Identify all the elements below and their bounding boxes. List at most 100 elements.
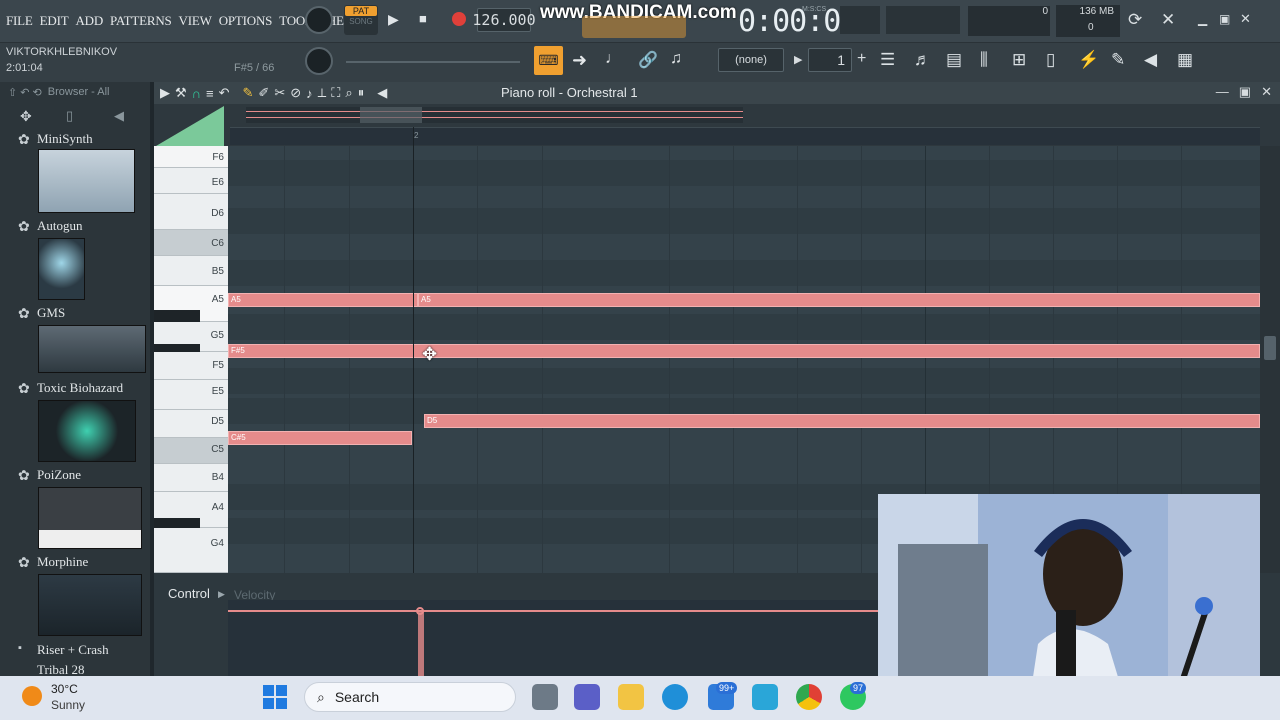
timeline-preview[interactable] (246, 107, 743, 123)
vertical-scrollbar[interactable] (1260, 146, 1280, 573)
plugin-minisynth[interactable]: ✿ MiniSynth (0, 131, 150, 217)
stop-icon[interactable]: ■ (419, 11, 427, 26)
wrench-icon[interactable]: ⚒ (175, 85, 187, 101)
speaker-icon[interactable]: ◀ (1144, 50, 1157, 70)
note[interactable]: C#5 (228, 431, 412, 445)
browser-icon[interactable]: ▯ (1046, 50, 1055, 70)
pencil-icon[interactable]: ✎ (243, 85, 254, 101)
close-app-icon[interactable]: ✕ (1240, 11, 1251, 27)
delete-icon[interactable]: ✂ (274, 85, 285, 101)
key-g4[interactable]: G4 (154, 528, 228, 573)
tools-icon[interactable]: ✕ (1161, 10, 1175, 30)
windows-start-icon[interactable] (263, 685, 287, 709)
key-f6[interactable]: F6 (154, 146, 228, 168)
menu-edit[interactable]: EDIT (40, 13, 69, 29)
control-label[interactable]: Control (168, 586, 210, 601)
zoom-select-icon[interactable]: ⛶ (331, 85, 340, 101)
speaker-icon[interactable]: ◀ (377, 85, 387, 101)
undo-icon[interactable]: ↶ (219, 85, 230, 101)
pattern-select[interactable]: (none) (718, 48, 784, 72)
scroll-thumb[interactable] (1264, 336, 1276, 360)
menu-options[interactable]: OPTIONS (219, 13, 273, 29)
master-pitch-knob[interactable] (305, 47, 333, 75)
key-b4[interactable]: B4 (154, 464, 228, 492)
minimize-icon[interactable]: — (1216, 84, 1229, 100)
browser-star-icon[interactable]: ✥ (20, 108, 32, 125)
piano-roll-icon[interactable]: ♬ (914, 50, 931, 70)
menu-file[interactable]: FILE (6, 13, 33, 29)
velocity-lane[interactable] (228, 600, 878, 676)
key-c6[interactable]: C6 (154, 230, 228, 256)
bar-ruler[interactable]: 2 (230, 127, 1260, 145)
plugin-gms[interactable]: ✿ GMS (0, 305, 150, 377)
key-b5[interactable]: B5 (154, 256, 228, 286)
tempo-display[interactable]: 126.000 (472, 8, 536, 32)
plugin-tribal-28[interactable]: Tribal 28 (0, 662, 150, 676)
key-c5[interactable]: C5 (154, 438, 228, 464)
gear-icon[interactable]: ✿ (18, 218, 30, 235)
velocity-bar[interactable] (418, 610, 424, 676)
magnet-icon[interactable]: ∩ (192, 86, 201, 101)
select-icon[interactable]: ⟂ (318, 85, 327, 101)
slice-icon[interactable]: ♪ (306, 86, 313, 101)
gear-icon[interactable]: ✿ (18, 380, 30, 397)
plugin-poizone[interactable]: ✿ PoiZone (0, 467, 150, 553)
minimize-app-icon[interactable]: ▁ (1198, 12, 1207, 26)
control-arrow-icon[interactable]: ▶ (218, 589, 225, 600)
gear-icon[interactable]: ✿ (18, 305, 30, 322)
menu-patterns[interactable]: PATTERNS (110, 13, 172, 29)
typing-keyboard-icon[interactable]: ⌨ (534, 46, 563, 75)
step-seq-icon[interactable]: ♩ (605, 50, 621, 68)
plugin-autogun[interactable]: ✿ Autogun (0, 218, 150, 304)
gear-icon[interactable]: ✿ (18, 467, 30, 484)
note[interactable]: D5 (424, 414, 1260, 428)
maximize-icon[interactable]: ▣ (1239, 84, 1251, 100)
arrow-right-icon[interactable]: ➜ (572, 50, 587, 71)
menu-icon[interactable]: ≡ (206, 86, 214, 101)
edge-icon[interactable] (662, 684, 688, 710)
maximize-app-icon[interactable]: ▣ (1219, 12, 1230, 26)
gear-icon[interactable]: ✿ (18, 131, 30, 148)
taskbar-search[interactable]: ⌕ Search (304, 682, 516, 712)
key-e5[interactable]: E5 (154, 380, 228, 410)
plugin-toxic-biohazard[interactable]: ✿ Toxic Biohazard (0, 380, 150, 466)
paint-icon[interactable]: ✐ (258, 85, 269, 101)
task-view-icon[interactable] (532, 684, 558, 710)
zoom-icon[interactable]: ⌕ (345, 85, 352, 101)
plugin-icon[interactable]: ⚡ (1078, 50, 1099, 70)
playback-icon[interactable]: ⏸ (358, 85, 365, 101)
chrome-icon[interactable] (796, 684, 822, 710)
mixer-icon[interactable]: ⫼ (980, 50, 988, 70)
store-icon[interactable] (752, 684, 778, 710)
key-f5[interactable]: F5 (154, 352, 228, 380)
pat-song-toggle[interactable]: PAT SONG (344, 5, 378, 35)
plugin-morphine[interactable]: ✿ Morphine (0, 554, 150, 640)
browser-speaker-icon[interactable]: ◀ (114, 108, 124, 124)
cart-icon[interactable]: ▦ (1177, 50, 1193, 70)
channel-rack-icon[interactable]: ▤ (946, 50, 962, 70)
key-d5[interactable]: D5 (154, 410, 228, 438)
weather-temperature[interactable]: 30°C (51, 682, 78, 696)
refresh-icon[interactable]: ⟳ (1128, 10, 1142, 30)
note[interactable]: F#5 (228, 344, 1260, 358)
note[interactable]: A5 (228, 293, 418, 307)
browser-nav-icon[interactable]: ⇧ ↶ ⟲ (8, 86, 42, 99)
piano-roll-title[interactable]: Piano roll - Orchestral 1 (501, 85, 638, 100)
plugin-riser-crash[interactable]: ▪ Riser + Crash (0, 642, 150, 660)
key-d6[interactable]: D6 (154, 194, 228, 230)
close-icon[interactable]: ✕ (1261, 84, 1272, 100)
piano-keyboard[interactable]: F6 E6 D6 C6 B5 A5 G5 F5 E5 D5 C5 B4 A4 G… (154, 146, 228, 573)
weather-condition[interactable]: Sunny (51, 698, 85, 712)
key-e6[interactable]: E6 (154, 168, 228, 194)
master-slider-track[interactable] (346, 61, 520, 63)
pattern-number[interactable]: 1 (808, 48, 852, 72)
master-volume-knob[interactable] (305, 6, 333, 34)
browser-title[interactable]: Browser - All (48, 86, 110, 98)
gear-icon[interactable]: ✿ (18, 554, 30, 571)
playlist-icon[interactable]: ☰ (880, 50, 895, 70)
pen-icon[interactable]: ✎ (1111, 50, 1125, 70)
metronome-icon[interactable]: ♫ (670, 50, 682, 68)
mute-icon[interactable]: ⊘ (290, 85, 301, 101)
teams-icon[interactable] (574, 684, 600, 710)
pattern-prev-icon[interactable]: ▶ (794, 53, 802, 66)
